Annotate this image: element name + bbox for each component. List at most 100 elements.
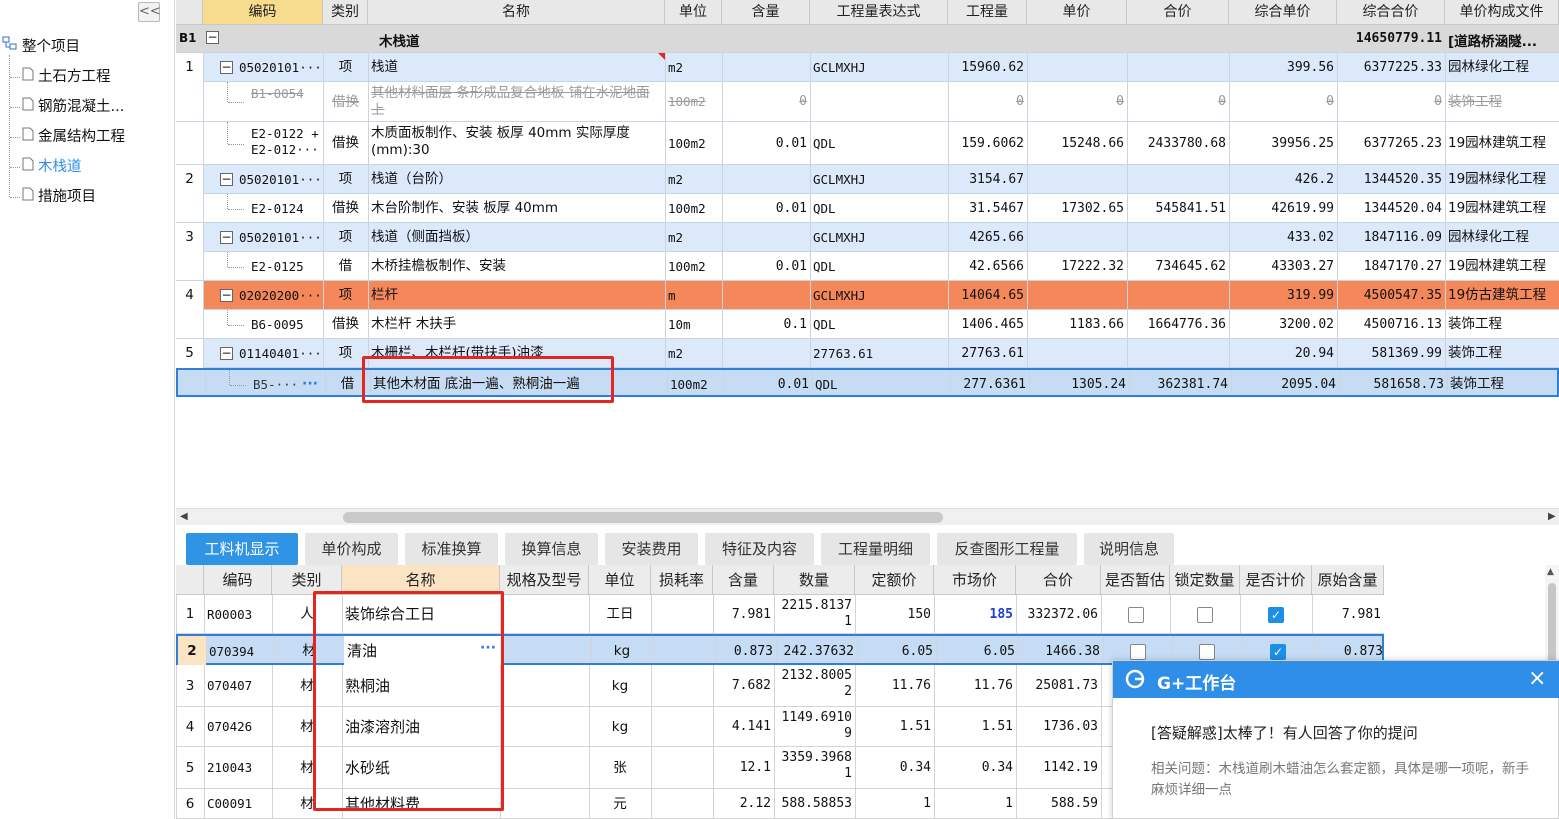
- column-header[interactable]: 单位: [589, 565, 651, 595]
- column-header[interactable]: 规格及型号: [500, 565, 589, 595]
- tree-item[interactable]: 措施项目: [22, 185, 96, 209]
- close-icon[interactable]: ×: [1528, 666, 1546, 691]
- column-header[interactable]: 综合合价: [1337, 0, 1445, 25]
- row-index[interactable]: 3: [176, 665, 204, 707]
- column-header[interactable]: 单价: [1027, 0, 1127, 25]
- cell-spec[interactable]: [500, 665, 589, 707]
- tree-item[interactable]: 土石方工程: [22, 65, 111, 89]
- cell-unit[interactable]: m2: [665, 339, 722, 368]
- column-header[interactable]: 含量: [722, 0, 810, 25]
- cell-sum[interactable]: 0: [1127, 82, 1229, 122]
- row-index[interactable]: 4: [176, 281, 203, 310]
- scroll-up-icon[interactable]: ▲: [1547, 567, 1554, 577]
- cell-sum[interactable]: 588.59: [1016, 789, 1101, 819]
- column-header[interactable]: 工程量表达式: [810, 0, 948, 25]
- column-header[interactable]: 原始含量: [1312, 565, 1384, 595]
- cell-amount[interactable]: 1406.465: [948, 310, 1027, 339]
- cell-loss[interactable]: [651, 789, 713, 819]
- tab-6[interactable]: 工程量明细: [821, 533, 930, 565]
- cell-unit[interactable]: m: [665, 281, 722, 310]
- cell-base[interactable]: 1: [855, 789, 934, 819]
- cell-spec[interactable]: [502, 636, 591, 667]
- cell-market[interactable]: 11.76: [934, 665, 1016, 707]
- cell-price[interactable]: 17222.32: [1027, 252, 1127, 281]
- cell-qty[interactable]: 0.873: [715, 636, 776, 667]
- cell-file[interactable]: 19仿古建筑工程: [1445, 281, 1559, 310]
- column-header[interactable]: 锁定数量: [1170, 565, 1240, 595]
- cell-amount[interactable]: 4265.66: [948, 223, 1027, 252]
- cell-csum[interactable]: 1847116.09: [1337, 223, 1445, 252]
- cell-type[interactable]: 借换: [323, 82, 368, 122]
- horizontal-scrollbar[interactable]: ◀ ▶: [176, 508, 1559, 525]
- cell-amount[interactable]: 15960.62: [948, 53, 1027, 82]
- cell-file[interactable]: 19园林绿化工程: [1445, 165, 1559, 194]
- row-index[interactable]: 4: [176, 707, 204, 747]
- column-header[interactable]: 类别: [323, 0, 368, 25]
- cell-price[interactable]: 0: [1027, 82, 1127, 122]
- cell-amount[interactable]: 31.5467: [948, 194, 1027, 223]
- scrollbar-thumb[interactable]: [343, 512, 943, 523]
- cell-base[interactable]: 150: [855, 595, 934, 634]
- cell-price[interactable]: 15248.66: [1027, 122, 1127, 165]
- cell-price[interactable]: 1183.66: [1027, 310, 1127, 339]
- cell-code[interactable]: 070407: [204, 665, 272, 707]
- cell-cprice[interactable]: 42619.99: [1229, 194, 1337, 223]
- cell-cprice[interactable]: 426.2: [1229, 165, 1337, 194]
- cell-unit[interactable]: m2: [665, 53, 722, 82]
- cell-base[interactable]: 0.34: [855, 747, 934, 789]
- cell-unit[interactable]: kg: [591, 636, 653, 667]
- cell-file[interactable]: 19园林建筑工程: [1445, 194, 1559, 223]
- bill-row[interactable]: 4 02020200··· − 项栏杆 m GCLMXHJ 14064.65 319.99 45…: [176, 281, 1559, 310]
- priced-checkbox[interactable]: ✓: [1268, 606, 1284, 623]
- scroll-right-icon[interactable]: ▶: [1548, 511, 1556, 522]
- cell-sum[interactable]: [1127, 223, 1229, 252]
- cell-type[interactable]: 项: [323, 53, 368, 82]
- tab-4[interactable]: 安装费用: [605, 533, 698, 565]
- cell-spec[interactable]: [500, 595, 589, 634]
- cell-loss[interactable]: [651, 747, 713, 789]
- lock-checkbox[interactable]: [1199, 643, 1215, 660]
- tab-2[interactable]: 标准换算: [405, 533, 498, 565]
- cell-expr[interactable]: QDL: [810, 122, 948, 165]
- cell-qty[interactable]: 0.01: [722, 194, 810, 223]
- tab-8[interactable]: 说明信息: [1084, 533, 1174, 565]
- cell-csum[interactable]: 1847170.27: [1337, 252, 1445, 281]
- cell-file[interactable]: 装饰工程: [1445, 82, 1559, 122]
- row-code[interactable]: E2-0122 + E2-012···: [248, 122, 322, 165]
- row-index[interactable]: 5: [176, 339, 203, 368]
- cell-sum[interactable]: 1466.38: [1018, 636, 1103, 667]
- cell-expr[interactable]: QDL: [810, 252, 948, 281]
- row-code[interactable]: B1-0054: [248, 82, 322, 122]
- row-index[interactable]: 2: [178, 636, 206, 667]
- cell-sum[interactable]: 1736.03: [1016, 707, 1101, 747]
- cell-unit[interactable]: 100m2: [665, 122, 722, 165]
- cell-base[interactable]: 11.76: [855, 665, 934, 707]
- tab-7[interactable]: 反查图形工程量: [937, 533, 1077, 565]
- cell-name[interactable]: 栏杆: [368, 281, 665, 310]
- collapse-sidebar-button[interactable]: <<: [138, 2, 161, 22]
- priced-checkbox[interactable]: ✓: [1270, 643, 1286, 660]
- cell-amount[interactable]: 3154.67: [948, 165, 1027, 194]
- cell-qty[interactable]: [722, 53, 810, 82]
- cell-amount[interactable]: 0: [948, 82, 1027, 122]
- cell-sum[interactable]: [1127, 339, 1229, 368]
- cell-expr[interactable]: GCLMXHJ: [810, 223, 948, 252]
- tree-root-item[interactable]: 整个项目: [2, 35, 80, 59]
- cell-expr[interactable]: [810, 82, 948, 122]
- row-index[interactable]: 1: [176, 53, 203, 82]
- cell-unit[interactable]: m2: [665, 165, 722, 194]
- column-header[interactable]: 市场价: [934, 565, 1016, 595]
- cell-base[interactable]: 1.51: [855, 707, 934, 747]
- cell-cprice[interactable]: 399.56: [1229, 53, 1337, 82]
- tab-0[interactable]: 工料机显示: [186, 533, 298, 565]
- row-index[interactable]: 3: [176, 223, 203, 252]
- cell-amount[interactable]: 14064.65: [948, 281, 1027, 310]
- tree-item[interactable]: 钢筋混凝土...: [22, 95, 124, 119]
- cell-name[interactable]: 栈道（侧面挡板）: [368, 223, 665, 252]
- cell-qty[interactable]: 0: [722, 82, 810, 122]
- row-index[interactable]: 2: [176, 165, 203, 194]
- cell-qty[interactable]: 2.12: [713, 789, 774, 819]
- cell-qty[interactable]: 0.01: [724, 370, 812, 399]
- collapse-icon[interactable]: −: [220, 172, 233, 186]
- cell-name[interactable]: 木桥挂檐板制作、安装: [368, 252, 665, 281]
